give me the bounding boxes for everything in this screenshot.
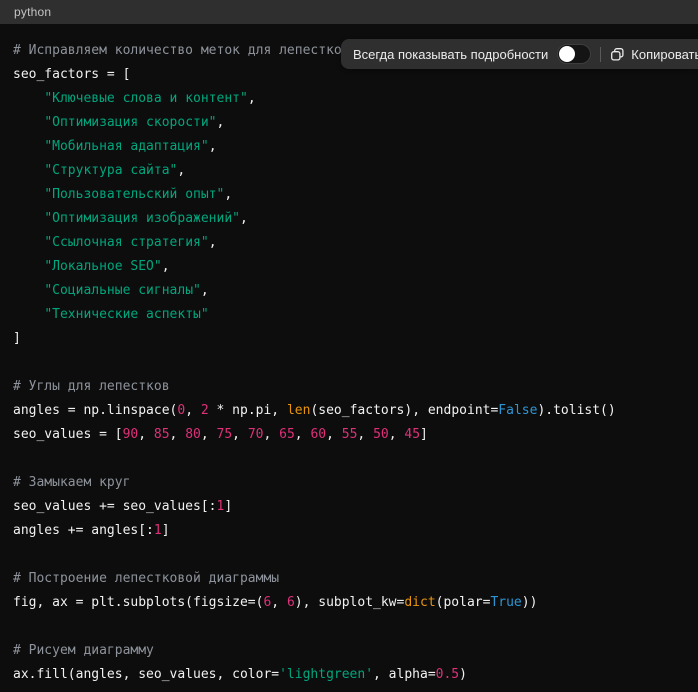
code-line: "Технические аспекты" bbox=[13, 303, 690, 327]
chat-code-block: python # Исправляем количество меток для… bbox=[0, 0, 698, 692]
copy-code-label: Копировать код bbox=[631, 47, 698, 62]
toolbar-divider bbox=[600, 47, 601, 62]
code-line bbox=[13, 615, 690, 639]
copy-icon bbox=[610, 47, 625, 62]
code-line: ] bbox=[13, 327, 690, 351]
code-line: # Замыкаем круг bbox=[13, 471, 690, 495]
code-line: angles += angles[:1] bbox=[13, 519, 690, 543]
always-show-details-label: Всегда показывать подробности bbox=[353, 47, 548, 62]
code-area: # Исправляем количество меток для лепест… bbox=[0, 24, 698, 692]
floating-toolbar: Всегда показывать подробности Копировать… bbox=[341, 39, 698, 69]
code-line: # Построение лепестковой диаграммы bbox=[13, 567, 690, 591]
code-line: seo_values = [90, 85, 80, 75, 70, 65, 60… bbox=[13, 423, 690, 447]
code-line: "Социальные сигналы", bbox=[13, 279, 690, 303]
code-line: # Углы для лепестков bbox=[13, 375, 690, 399]
code-line: fig, ax = plt.subplots(figsize=(6, 6), s… bbox=[13, 591, 690, 615]
code-line bbox=[13, 543, 690, 567]
details-toggle[interactable] bbox=[557, 44, 591, 64]
toggle-knob bbox=[559, 46, 575, 62]
code-line: "Оптимизация скорости", bbox=[13, 111, 690, 135]
code-line bbox=[13, 447, 690, 471]
code-line: "Локальное SEO", bbox=[13, 255, 690, 279]
code-line: # Рисуем диаграмму bbox=[13, 639, 690, 663]
code-line: "Мобильная адаптация", bbox=[13, 135, 690, 159]
code-block-header: python bbox=[0, 0, 698, 24]
language-label: python bbox=[14, 5, 51, 19]
code-line: "Структура сайта", bbox=[13, 159, 690, 183]
code-line: "Ключевые слова и контент", bbox=[13, 87, 690, 111]
code-line: "Пользовательский опыт", bbox=[13, 183, 690, 207]
code-line: ax.fill(angles, seo_values, color='light… bbox=[13, 663, 690, 687]
code-line bbox=[13, 351, 690, 375]
code-line: angles = np.linspace(0, 2 * np.pi, len(s… bbox=[13, 399, 690, 423]
copy-code-button[interactable]: Копировать код bbox=[610, 47, 698, 62]
code-line: "Оптимизация изображений", bbox=[13, 207, 690, 231]
code-line: seo_values += seo_values[:1] bbox=[13, 495, 690, 519]
code-line: "Ссылочная стратегия", bbox=[13, 231, 690, 255]
